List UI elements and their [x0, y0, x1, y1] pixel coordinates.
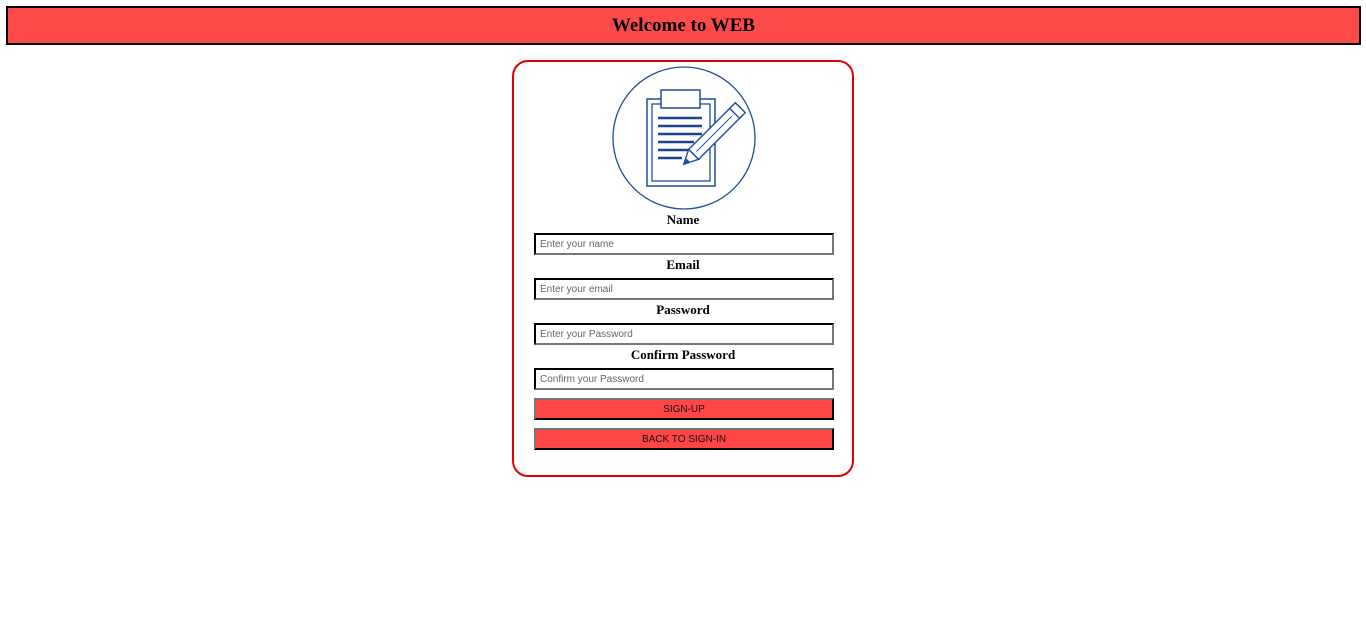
password-label: Password: [656, 302, 710, 317]
page-title: Welcome to WEB: [611, 14, 756, 36]
email-input[interactable]: [534, 278, 834, 300]
confirm-password-input[interactable]: [534, 368, 834, 390]
email-label: Email: [666, 257, 700, 272]
back-to-signin-button[interactable]: BACK TO SIGN-IN: [534, 428, 834, 450]
name-input[interactable]: [534, 233, 834, 255]
header-bar: Welcome to WEB: [6, 6, 1361, 45]
name-label: Name: [666, 212, 700, 227]
signup-form: Name Email Password Confirm Password SIG…: [512, 60, 854, 477]
confirm-password-label: Confirm Password: [630, 347, 736, 362]
clipboard-pen-icon: [612, 66, 756, 210]
signup-button[interactable]: SIGN-UP: [534, 398, 834, 420]
password-input[interactable]: [534, 323, 834, 345]
